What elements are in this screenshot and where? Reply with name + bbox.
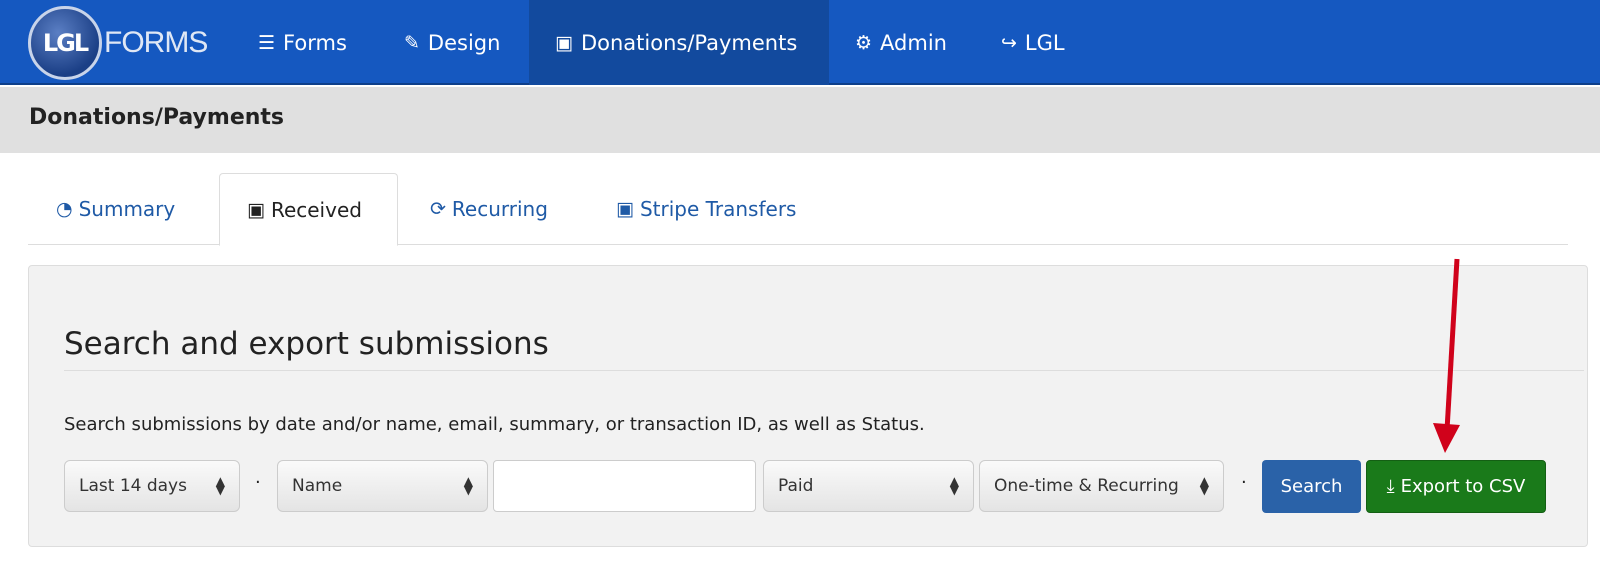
panel-description: Search submissions by date and/or name, … (64, 414, 925, 435)
separator: · (255, 472, 261, 493)
chevron-updown-icon: ▲ ▼ (1199, 474, 1209, 497)
gear-icon: ⚙ (855, 31, 873, 54)
search-panel: Search and export submissions Search sub… (28, 265, 1588, 547)
status-select[interactable]: Paid ▲ ▼ (763, 460, 974, 512)
page-title: Donations/Payments (29, 105, 285, 130)
money-icon: ▣ (247, 198, 265, 221)
nav-admin[interactable]: ⚙ Admin (829, 0, 973, 85)
chevron-updown-icon: ▲ ▼ (463, 474, 473, 497)
list-icon: ☰ (258, 31, 276, 54)
dashboard-icon: ◔ (56, 198, 73, 220)
pencil-icon: ✎ (404, 31, 420, 54)
nav-design[interactable]: ✎ Design (378, 0, 526, 85)
panel-heading: Search and export submissions (64, 326, 549, 362)
date-range-select[interactable]: Last 14 days ▲ ▼ (64, 460, 240, 512)
share-icon: ↪ (1001, 31, 1017, 54)
refresh-icon: ⟳ (430, 198, 446, 220)
money-icon: ▣ (555, 31, 573, 54)
nav-forms[interactable]: ☰ Forms (232, 0, 373, 85)
tab-summary[interactable]: ◔ Summary (29, 173, 202, 245)
nav-lgl[interactable]: ↪ LGL (975, 0, 1091, 85)
tab-received[interactable]: ▣ Received (219, 173, 398, 246)
chevron-updown-icon: ▲ ▼ (949, 474, 959, 497)
tab-stripe-transfers[interactable]: ▣ Stripe Transfers (589, 173, 823, 245)
search-input[interactable] (493, 460, 756, 512)
money-icon: ▣ (616, 198, 634, 220)
top-navbar: LGL FORMS ☰ Forms ✎ Design ▣ Donations/Payme… (0, 0, 1600, 85)
red-arrow-annotation (1433, 258, 1460, 453)
nav-donations-payments[interactable]: ▣ Donations/Payments (529, 0, 829, 85)
field-select[interactable]: Name ▲ ▼ (277, 460, 488, 512)
search-button[interactable]: Search (1262, 460, 1361, 513)
lgl-forms-logo[interactable]: LGL FORMS (28, 6, 208, 80)
export-csv-button[interactable]: ⤓ Export to CSV (1366, 460, 1546, 513)
divider (64, 370, 1584, 371)
separator: · (1241, 472, 1247, 493)
page-header: Donations/Payments (0, 87, 1600, 153)
download-icon: ⤓ (1386, 476, 1395, 497)
chevron-updown-icon: ▲ ▼ (215, 474, 225, 497)
type-select[interactable]: One-time & Recurring ▲ ▼ (979, 460, 1224, 512)
tab-recurring[interactable]: ⟳ Recurring (403, 173, 575, 245)
